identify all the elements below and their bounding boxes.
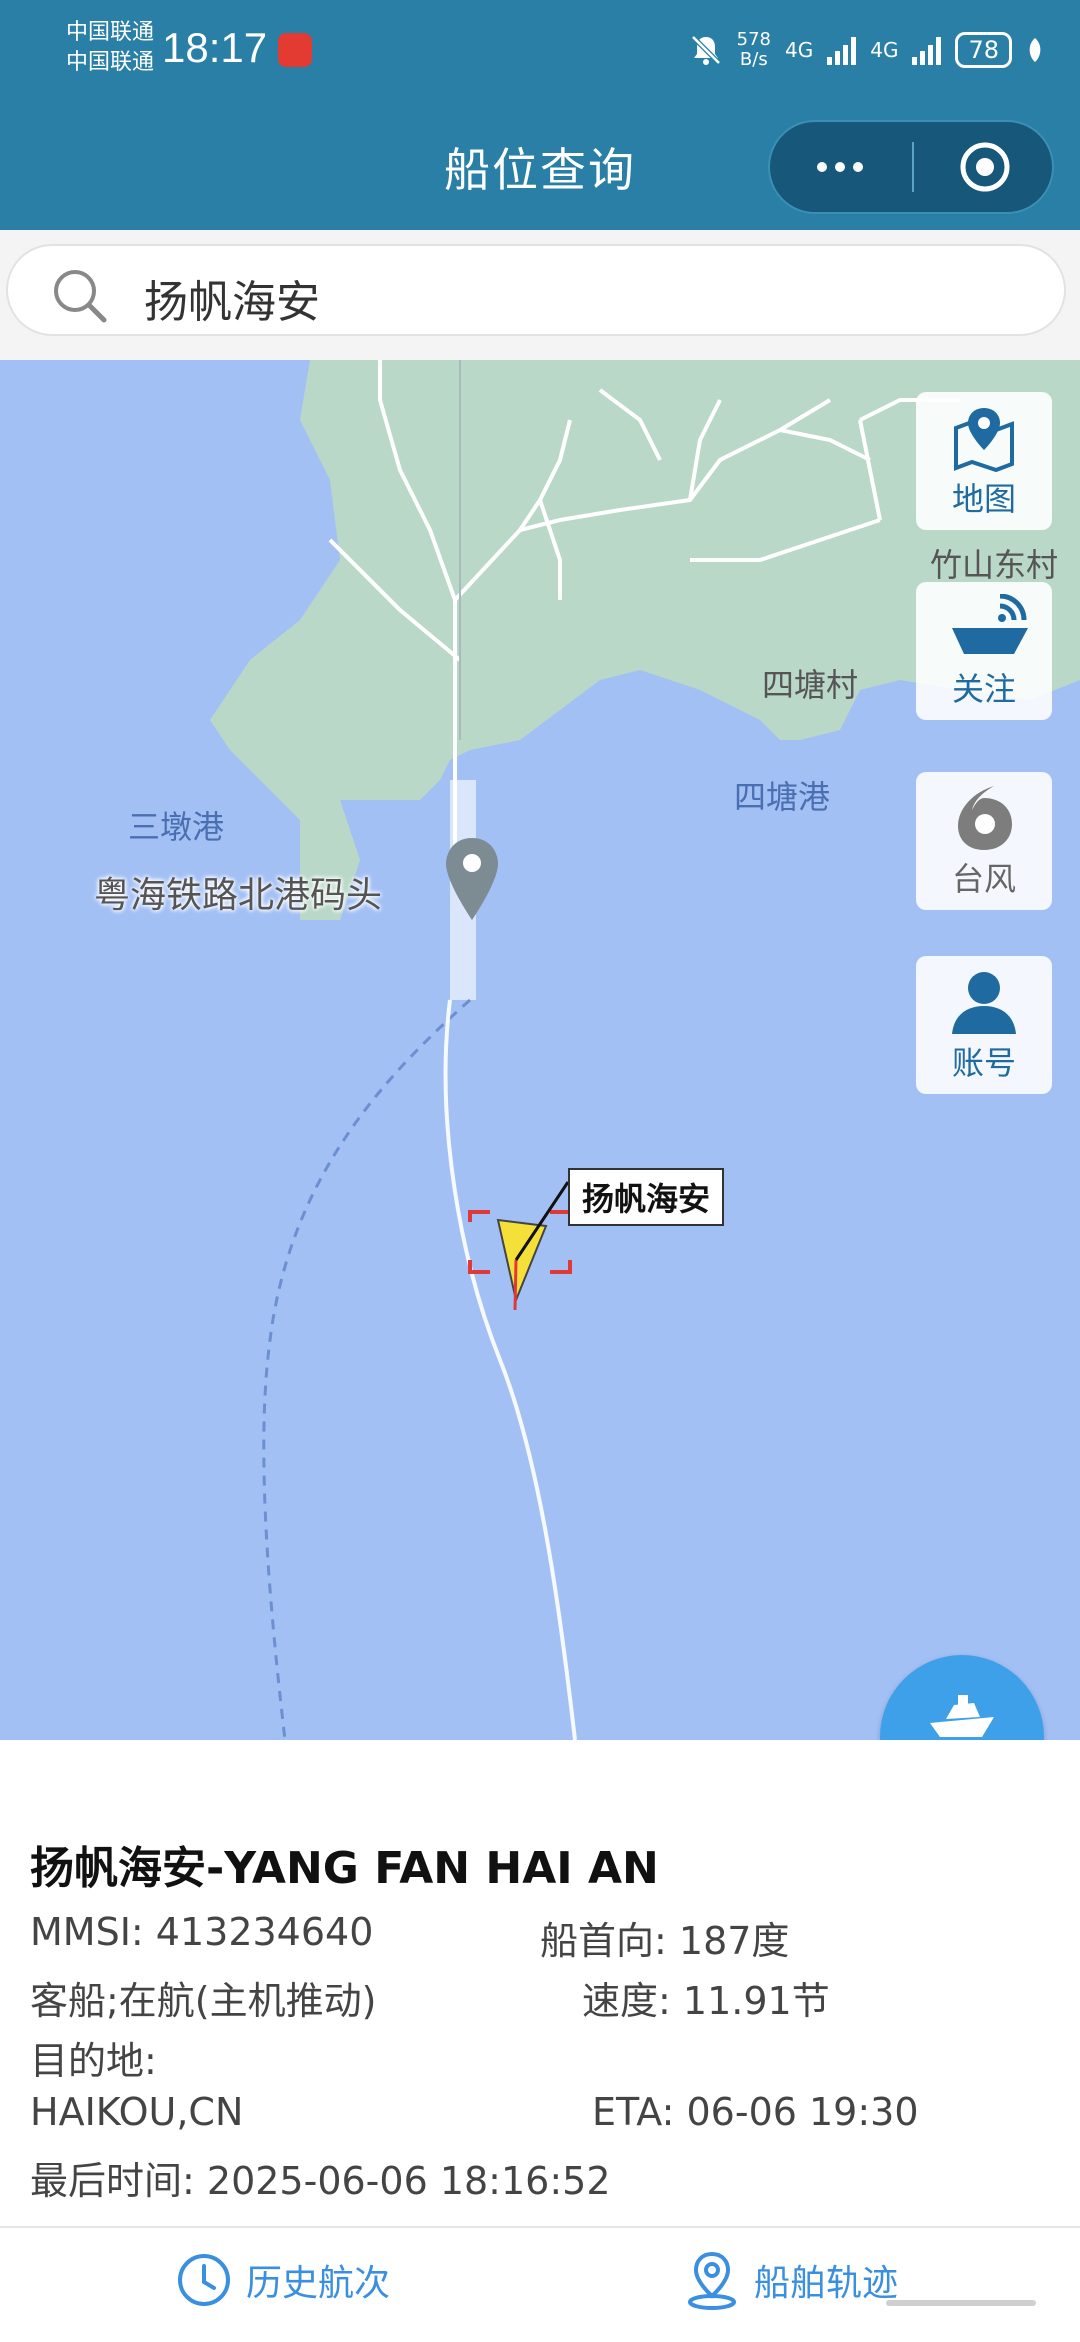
search-value: 扬帆海安: [144, 277, 320, 328]
ship-name: 扬帆海安-YANG FAN HAI AN: [30, 1843, 659, 1894]
ship-label[interactable]: 扬帆海安: [568, 1168, 725, 1226]
carrier-info: 中国联通 中国联通: [66, 18, 154, 78]
mmsi: MMSI: 413234640: [30, 1910, 373, 1954]
last-time-value: 2025-06-06 18:16:52: [206, 2159, 611, 2203]
typhoon-button-label: 台风: [951, 860, 1016, 898]
mute-bell-icon: [690, 35, 721, 65]
ship-track-button[interactable]: 船舶轨迹: [684, 2250, 898, 2310]
follow-button-label: 关注: [951, 670, 1016, 708]
app-notification-icon: [278, 33, 312, 67]
map-label-sitang-port: 四塘港: [734, 778, 831, 816]
history-voyage-label: 历史航次: [246, 2263, 391, 2304]
battery-indicator: 78: [955, 32, 1012, 68]
typhoon-icon: [958, 786, 1012, 850]
carrier-1: 中国联通: [66, 20, 155, 45]
home-indicator[interactable]: [886, 2300, 1036, 2306]
map-button-label: 地图: [951, 480, 1016, 518]
map-label-pier: 粤海铁路北港码头: [94, 875, 383, 916]
title-bar: 船位查询: [0, 110, 1080, 230]
mini-program-capsule: [768, 120, 1054, 214]
more-dot-icon: [853, 162, 863, 172]
signal-icon: [827, 35, 857, 65]
account-button[interactable]: 账号: [916, 956, 1052, 1094]
network-type-2: 4G: [870, 38, 899, 62]
heading: 船首向: 187度: [540, 1910, 789, 1965]
signal-icon-2: [912, 35, 942, 65]
more-dot-icon: [835, 162, 845, 172]
ship-info-panel: 扬帆海安-YANG FAN HAI AN MMSI: 413234640 船首向…: [0, 1740, 1080, 2226]
speed: 速度: 11.91节: [582, 1970, 830, 2025]
eta: ETA: 06-06 19:30: [592, 2090, 919, 2134]
heading-label: 船首向:: [540, 1919, 667, 1963]
eta-label: ETA:: [592, 2090, 675, 2134]
map-button[interactable]: 地图: [916, 392, 1052, 530]
status-bar: 中国联通 中国联通 18:17 578 B/s 4G 4G 78: [0, 0, 1080, 110]
map-label-zhushan: 竹山东村: [930, 546, 1059, 584]
map-pin-icon: [954, 408, 1014, 472]
net-speed-unit: B/s: [739, 49, 768, 70]
more-dot-icon: [817, 162, 827, 172]
map-view[interactable]: 竹山东村 四塘村 四塘港 三墩港 粤海铁路北港码头 扬帆海安 地图 关注 台风: [0, 360, 1080, 1740]
search-bar-container: 扬帆海安: [0, 230, 1080, 360]
status-icons: 578 B/s 4G 4G 78: [689, 28, 1044, 72]
net-speed-value: 578: [736, 29, 771, 50]
user-icon: [952, 972, 1016, 1034]
ship-follow-icon: [952, 594, 1028, 654]
mmsi-label: MMSI:: [30, 1910, 144, 1954]
speed-value: 11.91节: [682, 1979, 830, 2023]
carrier-2: 中国联通: [66, 50, 155, 75]
ship-icon: [930, 1695, 994, 1737]
bottom-action-bar: 历史航次 船舶轨迹: [0, 2226, 1080, 2342]
more-button[interactable]: [770, 122, 910, 212]
network-type-1: 4G: [784, 38, 814, 62]
last-time: 最后时间: 2025-06-06 18:16:52: [30, 2150, 611, 2205]
speed-label: 速度:: [582, 1979, 671, 2023]
ship-type-status: 客船;在航(主机推动): [30, 1979, 377, 2023]
leaf-icon: [1029, 38, 1041, 62]
net-speed: 578 B/s: [737, 30, 771, 70]
last-time-label: 最后时间:: [30, 2159, 195, 2203]
location-icon: [688, 2251, 736, 2310]
search-input[interactable]: 扬帆海安: [6, 244, 1066, 336]
typhoon-button[interactable]: 台风: [916, 772, 1052, 910]
status-time: 18:17: [162, 24, 268, 71]
map-label-sandun-port: 三墩港: [128, 808, 225, 846]
ship-marker[interactable]: [468, 1181, 572, 1311]
clock-icon: [178, 2254, 230, 2306]
destination-value: HAIKOU,CN: [30, 2090, 244, 2134]
heading-value: 187度: [678, 1919, 790, 1963]
search-icon: [54, 270, 107, 323]
history-voyage-button[interactable]: 历史航次: [176, 2250, 390, 2310]
ship-track-label: 船舶轨迹: [754, 2263, 899, 2304]
map-label-sitang-village: 四塘村: [762, 666, 859, 704]
account-button-label: 账号: [951, 1044, 1016, 1082]
follow-button[interactable]: 关注: [916, 582, 1052, 720]
close-target-icon[interactable]: [958, 140, 1012, 194]
destination-label: 目的地:: [30, 2039, 157, 2083]
eta-value: 06-06 19:30: [686, 2090, 919, 2134]
capsule-divider: [912, 142, 914, 192]
mmsi-value: 413234640: [155, 1910, 374, 1954]
